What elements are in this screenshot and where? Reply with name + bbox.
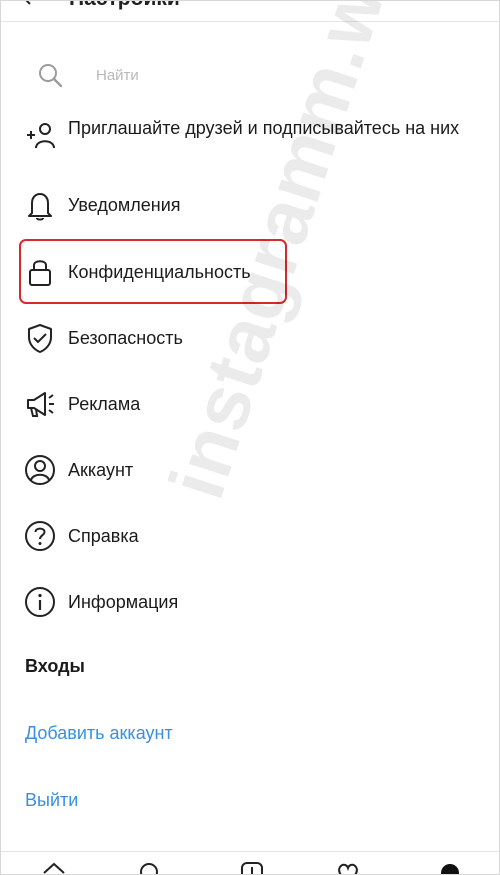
menu-item-account[interactable]: Аккаунт xyxy=(19,450,479,490)
settings-screen: Настройки Найти Приглашайте друзей и под… xyxy=(0,0,500,875)
home-icon[interactable] xyxy=(41,860,67,874)
menu-item-ads[interactable]: Реклама xyxy=(19,384,479,424)
menu-item-info[interactable]: Информация xyxy=(19,582,479,622)
menu-item-label: Справка xyxy=(68,526,139,546)
back-arrow-icon[interactable] xyxy=(23,1,39,7)
bottom-nav xyxy=(1,851,499,874)
menu-item-label: Реклама xyxy=(68,394,141,414)
menu-item-label: Информация xyxy=(68,592,179,612)
page-title: Настройки xyxy=(69,1,180,11)
menu-item-label: Приглашайте друзей и подписывайтесь на н… xyxy=(68,118,460,138)
info-icon xyxy=(23,585,57,619)
menu-item-label: Уведомления xyxy=(68,195,181,215)
search-icon xyxy=(35,60,65,90)
bell-icon xyxy=(23,188,57,222)
search-field[interactable]: Найти xyxy=(31,58,471,92)
account-icon xyxy=(23,453,57,487)
header: Настройки xyxy=(1,1,499,22)
highlight-box xyxy=(19,239,287,304)
add-account-link[interactable]: Добавить аккаунт xyxy=(25,723,173,744)
search-nav-icon[interactable] xyxy=(137,860,163,874)
search-placeholder: Найти xyxy=(96,67,139,84)
menu-item-invite-friends[interactable]: Приглашайте друзей и подписывайтесь на н… xyxy=(19,115,479,171)
menu-item-security[interactable]: Безопасность xyxy=(19,318,479,358)
megaphone-icon xyxy=(23,387,57,421)
menu-item-label: Безопасность xyxy=(68,328,183,348)
logout-link[interactable]: Выйти xyxy=(25,790,78,811)
add-icon[interactable] xyxy=(239,860,265,874)
add-user-icon xyxy=(23,118,57,152)
menu-item-label: Аккаунт xyxy=(68,460,134,480)
heart-icon[interactable] xyxy=(335,860,361,874)
shield-check-icon xyxy=(23,321,57,355)
logins-section-title: Входы xyxy=(25,656,85,676)
profile-icon[interactable] xyxy=(437,860,463,874)
menu-item-help[interactable]: Справка xyxy=(19,516,479,556)
menu-item-notifications[interactable]: Уведомления xyxy=(19,185,479,225)
help-icon xyxy=(23,519,57,553)
